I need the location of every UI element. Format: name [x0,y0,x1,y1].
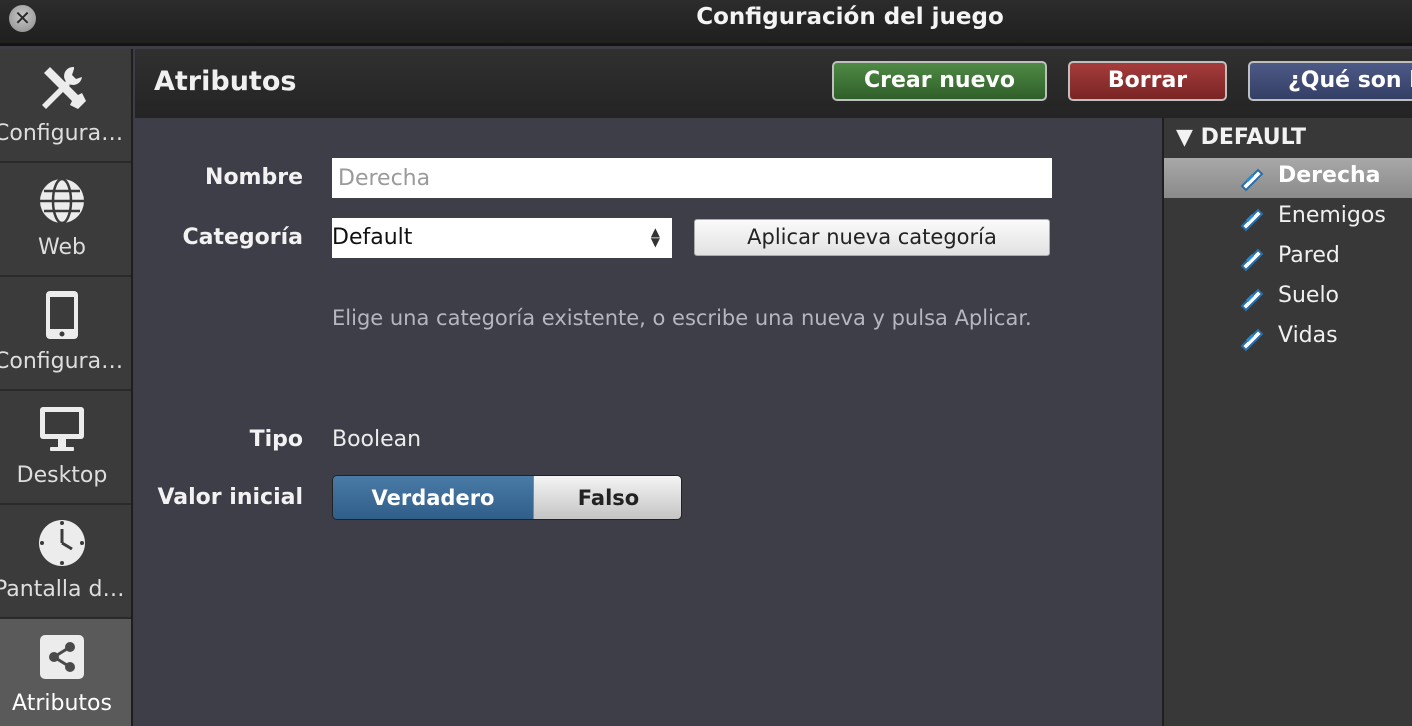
globe-icon [40,177,84,225]
monitor-icon [40,407,84,451]
tree-item-enemigos[interactable]: Enemigos [1164,198,1412,238]
false-option[interactable]: Falso [533,476,681,519]
attribute-icon [1240,208,1264,232]
name-input[interactable] [332,158,1052,198]
tree-item-suelo[interactable]: Suelo [1164,278,1412,318]
initial-value-label: Valor inicial [157,485,303,510]
tree-group-default[interactable]: ▼ DEFAULT [1176,125,1306,150]
attribute-tree: ▼ DEFAULT Derecha Enemigos Pared Suelo V… [1162,118,1412,726]
attribute-icon [1240,168,1264,192]
title-bar: ✕ Configuración del juego [0,0,1412,46]
attribute-icon [1240,328,1264,352]
category-value: Default [332,225,413,250]
select-arrows-icon: ▲ ▼ [650,225,660,249]
help-button[interactable]: ¿Qué son los atributos? [1248,61,1412,101]
category-label: Categoría [182,225,303,250]
category-select[interactable]: Default ▲ ▼ [332,218,672,258]
clock-icon [39,520,85,566]
attribute-icon [1240,288,1264,312]
sidebar-item-label: Desktop [16,463,108,488]
name-label: Nombre [205,165,303,190]
sidebar-item-configuracion[interactable]: Configuración [0,49,131,163]
sidebar-item-label: Configuración [0,349,130,374]
sidebar-item-label: Configuración [0,121,130,146]
sidebar-item-desktop[interactable]: Desktop [0,391,131,505]
page-title: Atributos [154,66,297,97]
delete-button[interactable]: Borrar [1068,61,1227,101]
attribute-form: Nombre Categoría Default ▲▼ Aplicar nuev… [135,118,1162,726]
initial-value-toggle: Verdadero Falso [332,475,682,520]
tree-item-label: Enemigos [1278,203,1386,228]
sidebar-item-label: Atributos [12,691,112,716]
sidebar-item-pantalla-de-carga[interactable]: Pantalla de carga [0,505,131,619]
sidebar-item-label: Web [38,235,86,260]
sidebar: Configuración Web Configuración Desktop [0,49,133,726]
tree-item-label: Suelo [1278,283,1340,308]
tree-item-pared[interactable]: Pared [1164,238,1412,278]
tablet-icon [46,291,78,339]
create-new-button[interactable]: Crear nuevo [832,61,1047,101]
type-label: Tipo [249,427,303,452]
apply-category-button[interactable]: Aplicar nueva categoría [694,219,1050,256]
type-value: Boolean [332,427,422,452]
expand-triangle-icon[interactable]: ▼ [1176,125,1193,150]
true-option[interactable]: Verdadero [333,476,533,519]
share-icon [40,635,84,679]
tree-group-label: DEFAULT [1200,125,1306,150]
tree-item-vidas[interactable]: Vidas [1164,318,1412,358]
wrench-icon [42,66,86,109]
sidebar-item-web[interactable]: Web [0,163,131,277]
tree-item-label: Vidas [1278,323,1338,348]
sidebar-item-atributos[interactable]: Atributos [0,619,131,726]
content-header: Atributos Crear nuevo Borrar ¿Qué son lo… [135,49,1412,118]
sidebar-item-label: Pantalla de carga [0,577,130,602]
sidebar-item-configuracion-mobile[interactable]: Configuración [0,277,131,391]
tree-item-label: Pared [1278,243,1340,268]
attribute-icon [1240,248,1264,272]
tree-item-label: Derecha [1278,163,1381,188]
tree-item-derecha[interactable]: Derecha [1164,158,1412,198]
category-hint: Elige una categoría existente, o escribe… [332,306,1032,330]
window-title: Configuración del juego [696,4,1004,30]
